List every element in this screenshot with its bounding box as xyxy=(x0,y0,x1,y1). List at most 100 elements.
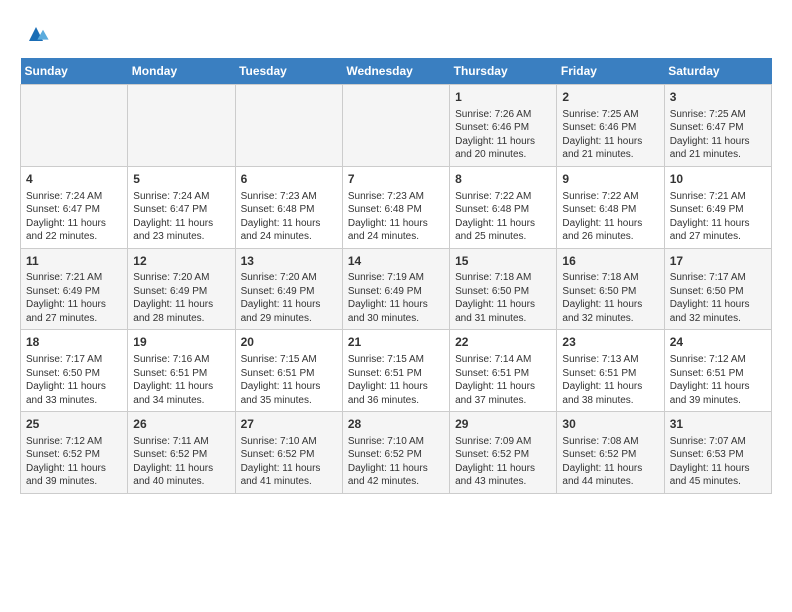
calendar-cell: 1 Sunrise: 7:26 AMSunset: 6:46 PMDaylight… xyxy=(450,85,557,167)
day-number: 19 xyxy=(133,334,229,351)
calendar-cell: 30 Sunrise: 7:08 AMSunset: 6:52 PMDayligh… xyxy=(557,412,664,494)
day-info: Sunrise: 7:15 AMSunset: 6:51 PMDaylight:… xyxy=(241,353,337,407)
calendar-week-5: 25 Sunrise: 7:12 AMSunset: 6:52 PMDayligh… xyxy=(21,412,772,494)
day-info: Sunrise: 7:17 AMSunset: 6:50 PMDaylight:… xyxy=(670,271,766,325)
calendar-header: SundayMondayTuesdayWednesdayThursdayFrid… xyxy=(21,58,772,85)
day-info: Sunrise: 7:11 AMSunset: 6:52 PMDaylight:… xyxy=(133,435,229,489)
day-header-saturday: Saturday xyxy=(664,58,771,85)
day-info: Sunrise: 7:10 AMSunset: 6:52 PMDaylight:… xyxy=(241,435,337,489)
calendar-cell: 16Sunrise: 7:18 AMSunset: 6:50 PMDayligh… xyxy=(557,248,664,330)
calendar-cell: 9Sunrise: 7:22 AMSunset: 6:48 PMDaylight… xyxy=(557,166,664,248)
calendar-cell: 28 Sunrise: 7:10 AMSunset: 6:52 PMDayligh… xyxy=(342,412,449,494)
day-info: Sunrise: 7:14 AMSunset: 6:51 PMDaylight:… xyxy=(455,353,551,407)
calendar-cell: 13Sunrise: 7:20 AMSunset: 6:49 PMDayligh… xyxy=(235,248,342,330)
calendar-cell: 27 Sunrise: 7:10 AMSunset: 6:52 PMDayligh… xyxy=(235,412,342,494)
calendar-cell: 14Sunrise: 7:19 AMSunset: 6:49 PMDayligh… xyxy=(342,248,449,330)
calendar-cell: 21Sunrise: 7:15 AMSunset: 6:51 PMDayligh… xyxy=(342,330,449,412)
calendar-cell: 2Sunrise: 7:25 AMSunset: 6:46 PMDaylight… xyxy=(557,85,664,167)
day-header-monday: Monday xyxy=(128,58,235,85)
day-number: 11 xyxy=(26,253,122,270)
day-info: Sunrise: 7:09 AMSunset: 6:52 PMDaylight:… xyxy=(455,435,551,489)
calendar-cell: 7 Sunrise: 7:23 AMSunset: 6:48 PMDaylight… xyxy=(342,166,449,248)
day-info: Sunrise: 7:19 AMSunset: 6:49 PMDaylight:… xyxy=(348,271,444,325)
day-info: Sunrise: 7:18 AMSunset: 6:50 PMDaylight:… xyxy=(562,271,658,325)
day-header-thursday: Thursday xyxy=(450,58,557,85)
day-header-friday: Friday xyxy=(557,58,664,85)
day-info: Sunrise: 7:15 AMSunset: 6:51 PMDaylight:… xyxy=(348,353,444,407)
calendar-week-2: 4Sunrise: 7:24 AMSunset: 6:47 PMDaylight… xyxy=(21,166,772,248)
day-info: Sunrise: 7:24 AMSunset: 6:47 PMDaylight:… xyxy=(133,190,229,244)
day-info: Sunrise: 7:17 AMSunset: 6:50 PMDaylight:… xyxy=(26,353,122,407)
day-number: 27 xyxy=(241,416,337,433)
day-number: 20 xyxy=(241,334,337,351)
calendar-table: SundayMondayTuesdayWednesdayThursdayFrid… xyxy=(20,58,772,494)
day-number: 3 xyxy=(670,89,766,106)
calendar-cell: 24 Sunrise: 7:12 AMSunset: 6:51 PMDayligh… xyxy=(664,330,771,412)
logo xyxy=(20,20,50,48)
calendar-cell: 31 Sunrise: 7:07 AMSunset: 6:53 PMDayligh… xyxy=(664,412,771,494)
day-number: 18 xyxy=(26,334,122,351)
day-number: 25 xyxy=(26,416,122,433)
day-info: Sunrise: 7:26 AMSunset: 6:46 PMDaylight:… xyxy=(455,108,551,162)
calendar-cell: 3Sunrise: 7:25 AMSunset: 6:47 PMDaylight… xyxy=(664,85,771,167)
day-info: Sunrise: 7:12 AMSunset: 6:52 PMDaylight:… xyxy=(26,435,122,489)
day-number: 22 xyxy=(455,334,551,351)
day-info: Sunrise: 7:16 AMSunset: 6:51 PMDaylight:… xyxy=(133,353,229,407)
day-info: Sunrise: 7:20 AMSunset: 6:49 PMDaylight:… xyxy=(133,271,229,325)
day-info: Sunrise: 7:21 AMSunset: 6:49 PMDaylight:… xyxy=(26,271,122,325)
day-info: Sunrise: 7:18 AMSunset: 6:50 PMDaylight:… xyxy=(455,271,551,325)
calendar-cell xyxy=(235,85,342,167)
day-number: 23 xyxy=(562,334,658,351)
calendar-cell: 22 Sunrise: 7:14 AMSunset: 6:51 PMDayligh… xyxy=(450,330,557,412)
day-number: 1 xyxy=(455,89,551,106)
calendar-cell: 12Sunrise: 7:20 AMSunset: 6:49 PMDayligh… xyxy=(128,248,235,330)
day-info: Sunrise: 7:24 AMSunset: 6:47 PMDaylight:… xyxy=(26,190,122,244)
day-info: Sunrise: 7:23 AMSunset: 6:48 PMDaylight:… xyxy=(241,190,337,244)
calendar-cell: 8Sunrise: 7:22 AMSunset: 6:48 PMDaylight… xyxy=(450,166,557,248)
calendar-cell: 20 Sunrise: 7:15 AMSunset: 6:51 PMDayligh… xyxy=(235,330,342,412)
calendar-cell: 11Sunrise: 7:21 AMSunset: 6:49 PMDayligh… xyxy=(21,248,128,330)
day-number: 30 xyxy=(562,416,658,433)
day-info: Sunrise: 7:08 AMSunset: 6:52 PMDaylight:… xyxy=(562,435,658,489)
day-number: 14 xyxy=(348,253,444,270)
day-header-tuesday: Tuesday xyxy=(235,58,342,85)
day-info: Sunrise: 7:20 AMSunset: 6:49 PMDaylight:… xyxy=(241,271,337,325)
day-info: Sunrise: 7:13 AMSunset: 6:51 PMDaylight:… xyxy=(562,353,658,407)
day-number: 31 xyxy=(670,416,766,433)
calendar-week-4: 18 Sunrise: 7:17 AMSunset: 6:50 PMDayligh… xyxy=(21,330,772,412)
calendar-cell: 18 Sunrise: 7:17 AMSunset: 6:50 PMDayligh… xyxy=(21,330,128,412)
day-info: Sunrise: 7:22 AMSunset: 6:48 PMDaylight:… xyxy=(455,190,551,244)
day-number: 10 xyxy=(670,171,766,188)
day-info: Sunrise: 7:07 AMSunset: 6:53 PMDaylight:… xyxy=(670,435,766,489)
day-number: 9 xyxy=(562,171,658,188)
day-header-wednesday: Wednesday xyxy=(342,58,449,85)
page-header xyxy=(20,20,772,48)
day-number: 13 xyxy=(241,253,337,270)
day-number: 28 xyxy=(348,416,444,433)
calendar-week-1: 1 Sunrise: 7:26 AMSunset: 6:46 PMDaylight… xyxy=(21,85,772,167)
calendar-cell: 4Sunrise: 7:24 AMSunset: 6:47 PMDaylight… xyxy=(21,166,128,248)
day-info: Sunrise: 7:25 AMSunset: 6:46 PMDaylight:… xyxy=(562,108,658,162)
day-info: Sunrise: 7:12 AMSunset: 6:51 PMDaylight:… xyxy=(670,353,766,407)
day-number: 7 xyxy=(348,171,444,188)
day-number: 16 xyxy=(562,253,658,270)
calendar-cell: 26 Sunrise: 7:11 AMSunset: 6:52 PMDayligh… xyxy=(128,412,235,494)
calendar-cell: 25 Sunrise: 7:12 AMSunset: 6:52 PMDayligh… xyxy=(21,412,128,494)
day-number: 29 xyxy=(455,416,551,433)
day-info: Sunrise: 7:21 AMSunset: 6:49 PMDaylight:… xyxy=(670,190,766,244)
calendar-cell xyxy=(342,85,449,167)
day-number: 24 xyxy=(670,334,766,351)
calendar-cell: 6 Sunrise: 7:23 AMSunset: 6:48 PMDaylight… xyxy=(235,166,342,248)
day-header-sunday: Sunday xyxy=(21,58,128,85)
calendar-cell: 15Sunrise: 7:18 AMSunset: 6:50 PMDayligh… xyxy=(450,248,557,330)
day-info: Sunrise: 7:23 AMSunset: 6:48 PMDaylight:… xyxy=(348,190,444,244)
calendar-cell: 29 Sunrise: 7:09 AMSunset: 6:52 PMDayligh… xyxy=(450,412,557,494)
calendar-cell xyxy=(128,85,235,167)
day-number: 6 xyxy=(241,171,337,188)
calendar-cell xyxy=(21,85,128,167)
day-info: Sunrise: 7:10 AMSunset: 6:52 PMDaylight:… xyxy=(348,435,444,489)
day-number: 17 xyxy=(670,253,766,270)
day-number: 26 xyxy=(133,416,229,433)
day-number: 15 xyxy=(455,253,551,270)
logo-icon xyxy=(22,20,50,48)
